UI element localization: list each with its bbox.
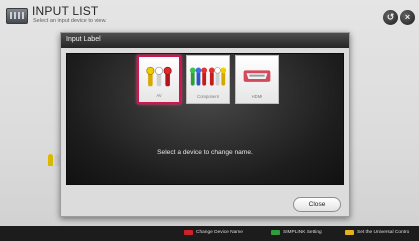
hint-universal-control[interactable]: Set the Universal Contro [345,230,409,235]
device-label: HDMI [251,94,263,99]
yellow-key-icon [345,230,354,235]
device-item-av[interactable]: AV [137,55,181,104]
hint-simplink-setting[interactable]: SIMPLINK Setting [271,230,322,235]
bottom-hint-bar: Change Device Name SIMPLINK Setting Set … [0,226,419,241]
close-button[interactable]: Close [293,197,341,212]
dialog-body: AV Component HDMI Select a device to cha… [66,53,344,185]
instruction-text: Select a device to change name. [157,149,253,156]
hint-change-device-name[interactable]: Change Device Name [184,230,243,235]
device-item-component[interactable]: Component [186,55,230,104]
device-item-hdmi[interactable]: HDMI [235,55,279,104]
device-label: Component [197,94,219,99]
dialog-title: Input Label [66,36,101,43]
hint-label: Change Device Name [196,230,243,235]
component-cable-icon [189,67,227,86]
hint-label: Set the Universal Contro [357,230,410,235]
device-list: AV Component HDMI [137,55,279,104]
hdmi-port-icon [243,70,271,82]
dialog-titlebar: Input Label [61,33,349,48]
input-label-dialog: Input Label AV Component HDMI Select a d… [60,32,350,217]
device-label: AV [156,93,162,98]
green-key-icon [271,230,280,235]
hint-label: SIMPLINK Setting [283,230,322,235]
red-key-icon [184,230,193,235]
av-rca-cable-icon [146,66,172,87]
